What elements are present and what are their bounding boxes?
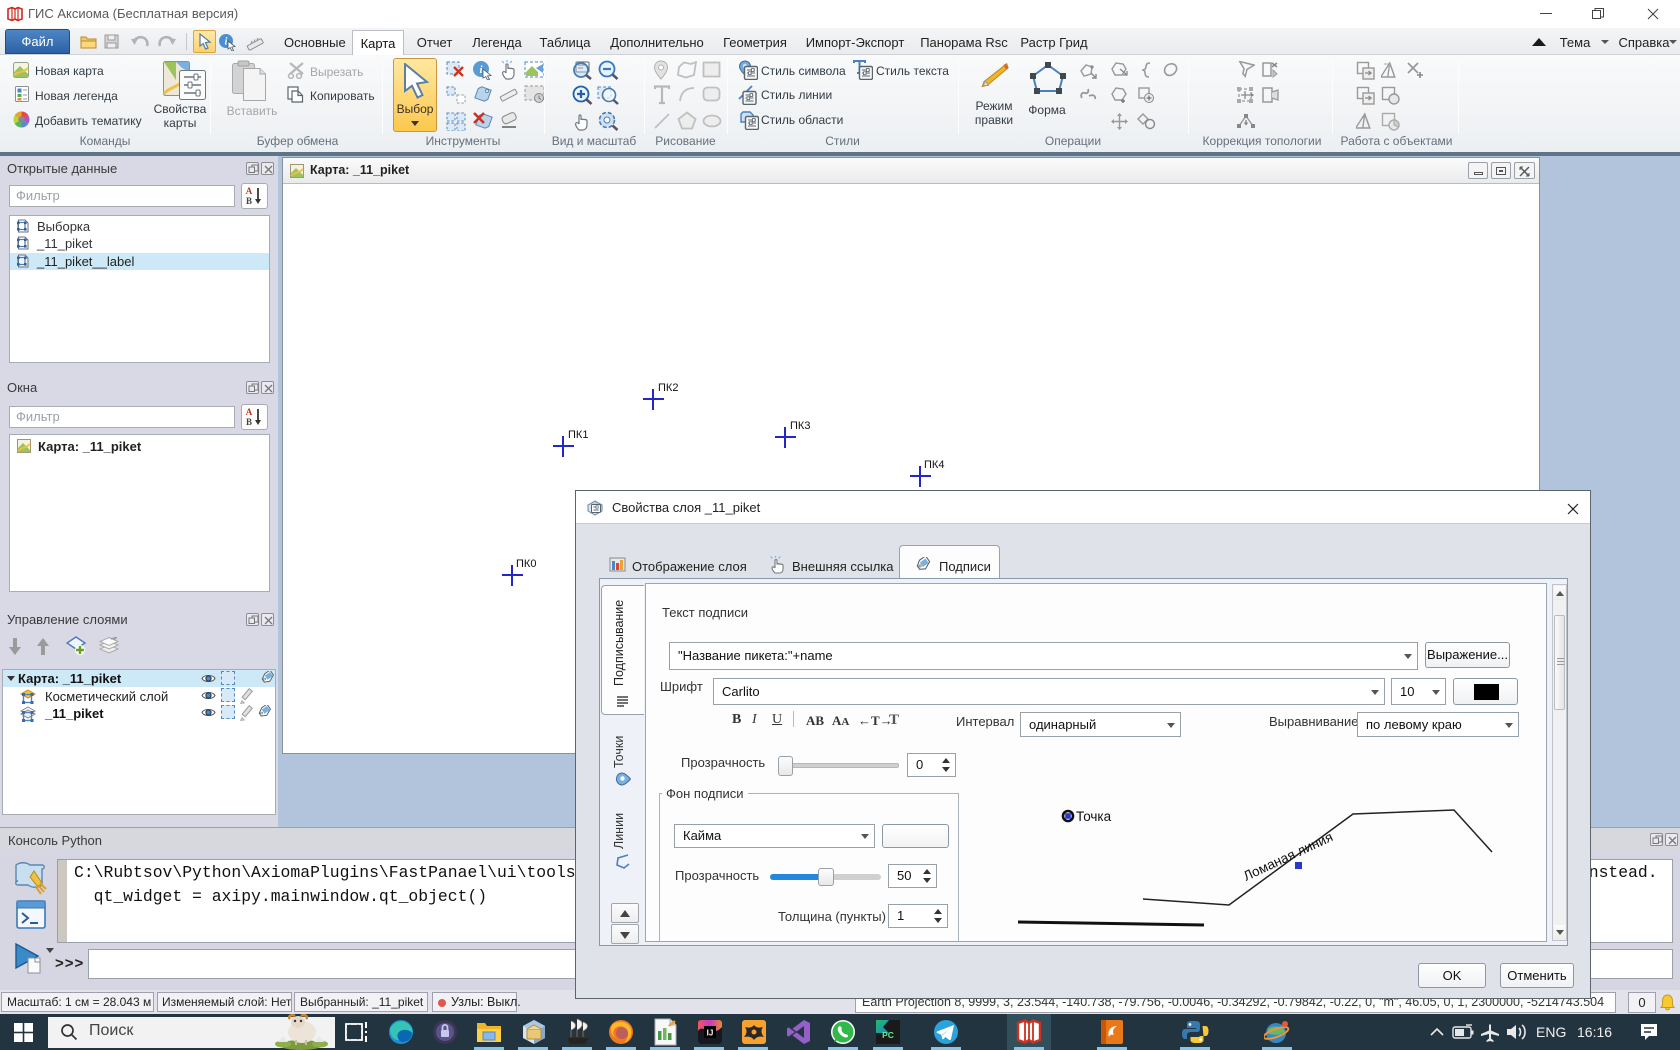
svg-text:Точка: Точка: [1076, 809, 1112, 824]
svg-text:A: A: [246, 407, 253, 417]
svg-text:PC: PC: [882, 1030, 894, 1040]
svg-text:IJ: IJ: [707, 1029, 714, 1038]
svg-text:A: A: [246, 186, 253, 196]
svg-text:B: B: [246, 417, 252, 427]
svg-text:B: B: [246, 196, 252, 206]
svg-text:Ломаная линия: Ломаная линия: [1241, 829, 1335, 884]
svg-text:i: i: [225, 37, 228, 48]
